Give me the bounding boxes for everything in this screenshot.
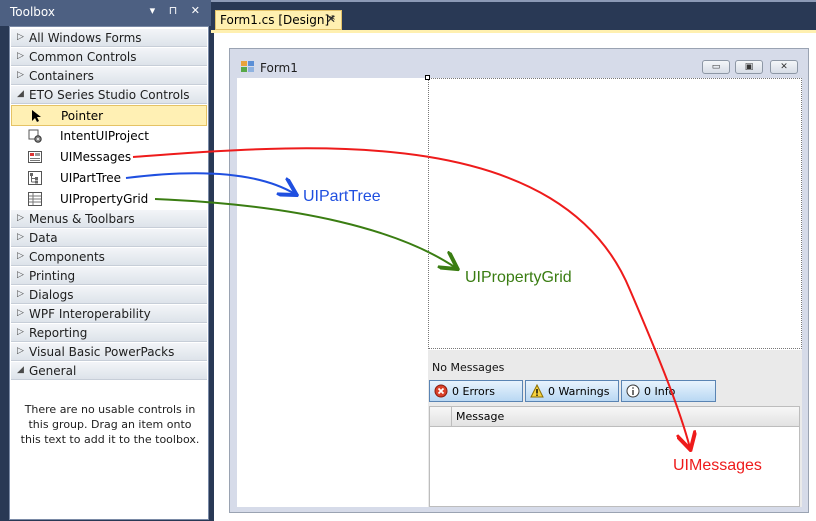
annotation-arrow-parttree [125,172,295,194]
annotation-label-propertygrid: UIPropertyGrid [465,269,572,286]
annotation-overlay [125,147,816,521]
annotation-arrow-propertygrid [154,198,456,268]
annotation-arrow-messages [132,147,690,448]
annotation-label-parttree: UIPartTree [303,188,381,205]
annotation-label-messages: UIMessages [673,457,762,474]
